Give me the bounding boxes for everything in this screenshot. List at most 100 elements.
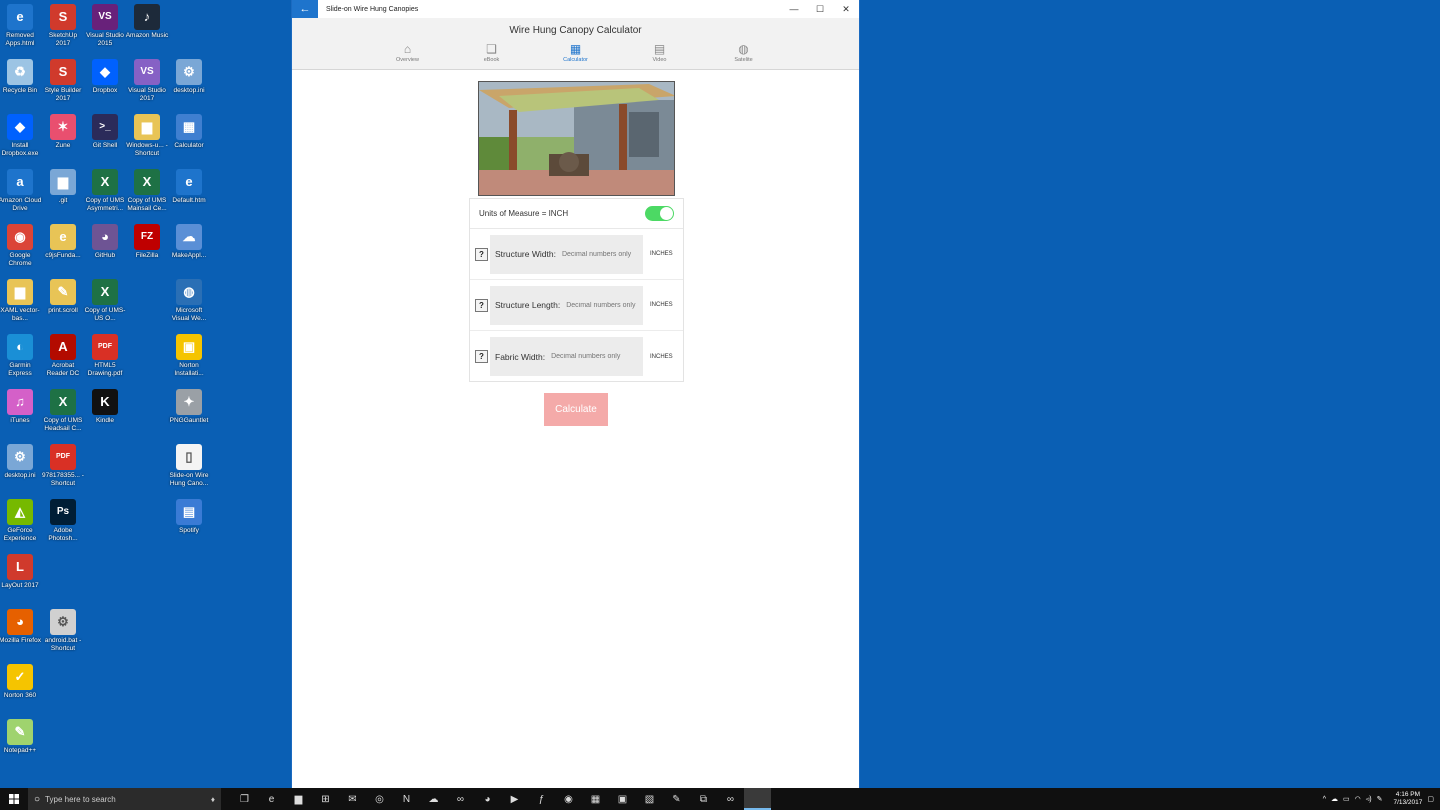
active-app-icon[interactable] [744,788,771,810]
blend-icon[interactable]: ⧉ [690,788,717,810]
back-button[interactable]: ← [292,0,318,18]
desktop-icon[interactable]: PDF HTML5 Drawing.pdf [83,334,127,378]
desktop-icon[interactable]: ◭ GeForce Experience [0,499,42,543]
desktop-icon[interactable]: ⚙ desktop.ini [0,444,42,480]
desktop-icon[interactable]: VS Visual Studio 2017 [125,59,169,103]
task-view-icon[interactable]: ❐ [231,788,258,810]
start-button[interactable] [0,788,28,810]
desktop-icon[interactable]: ◆ Dropbox [83,59,127,95]
help-button[interactable]: ? [475,298,488,312]
store-icon[interactable]: ⊞ [312,788,339,810]
volume-icon[interactable]: ◃) [1366,795,1372,803]
desktop-icon[interactable]: ▆ Windows-u... - Shortcut [125,114,169,158]
desktop-icon[interactable]: ✎ print.scroll [41,279,85,315]
visual-studio-2017-icon[interactable]: ∞ [717,788,744,810]
desktop-icon[interactable]: e c9jsFunda... [41,224,85,260]
onenote-icon[interactable]: N [393,788,420,810]
function-app-icon[interactable]: ƒ [528,788,555,810]
desktop-icon[interactable]: ☁ MakeAppl... [167,224,211,260]
cloud-app-icon[interactable]: ☁ [420,788,447,810]
visual-studio-icon[interactable]: ∞ [447,788,474,810]
calculator-icon[interactable]: ▦ [582,788,609,810]
tab-video[interactable]: ▤ Video [618,42,702,63]
desktop-icon[interactable]: FZ FileZilla [125,224,169,260]
photo-app-icon[interactable]: ▧ [636,788,663,810]
desktop-icon[interactable]: >_ Git Shell [83,114,127,150]
desktop-icon[interactable]: ◕ GitHub [83,224,127,260]
battery-icon[interactable]: ▭ [1343,795,1350,803]
desktop-icon[interactable]: L LayOut 2017 [0,554,42,590]
desktop-icon[interactable]: ⚙ android.bat - Shortcut [41,609,85,653]
desktop-icon[interactable]: A Acrobat Reader DC [41,334,85,378]
desktop-icon[interactable]: ⚙ desktop.ini [167,59,211,95]
tab-ebook[interactable]: ❑ eBook [450,42,534,63]
clock[interactable]: 4:16 PM 7/13/2017 [1393,791,1422,807]
onedrive-icon[interactable]: ☁ [1331,795,1338,803]
numeric-input[interactable] [561,250,642,258]
desktop-icon[interactable]: X Copy of UMS Mainsail Ce... [125,169,169,213]
minimize-button[interactable]: — [781,0,807,18]
desktop-icon-label: Visual Studio 2015 [86,32,124,47]
media-icon[interactable]: ▶ [501,788,528,810]
desktop-icon[interactable]: ◐ Garmin Express [0,334,42,378]
desktop-icon[interactable]: ✶ Zune [41,114,85,150]
desktop-icon[interactable]: ▆ .git [41,169,85,205]
desktop-icon[interactable]: ✓ Norton 360 [0,664,42,700]
tab-satelite[interactable]: ◍ Satelite [702,42,786,63]
desktop-icon[interactable]: ▦ Calculator [167,114,211,150]
numeric-input[interactable] [551,353,632,360]
chevron-up-icon[interactable]: ^ [1323,796,1326,803]
pen-icon[interactable]: ✎ [1377,795,1383,803]
desktop-icon[interactable]: ✦ PNGGauntlet [167,389,211,425]
desktop-icon[interactable]: Ps Adobe Photosh... [41,499,85,543]
desktop-icon[interactable]: ♻ Recycle Bin [0,59,42,95]
desktop-icon[interactable]: a Amazon Cloud Drive [0,169,42,213]
desktop-icon[interactable]: ◆ Install Dropbox.exe [0,114,42,158]
units-toggle[interactable] [645,206,674,221]
desktop-icon[interactable]: ♪ Amazon Music [125,4,169,40]
tab-overview[interactable]: ⌂ Overview [366,42,450,63]
help-button[interactable]: ? [475,247,488,261]
desktop-icon[interactable]: K Kindle [83,389,127,425]
desktop-icon[interactable]: e Removed Apps.html [0,4,42,48]
chrome-icon[interactable]: ◉ [555,788,582,810]
input-box[interactable]: Fabric Width: [490,337,643,376]
desktop-icon[interactable]: PDF 978178355... - Shortcut [41,444,85,488]
notes-app-icon[interactable]: ✎ [663,788,690,810]
numeric-input[interactable] [566,301,643,309]
wifi-icon[interactable]: ◠ [1355,795,1361,803]
tab-calculator[interactable]: ▦ Calculator [534,42,618,63]
desktop-icon[interactable]: ◉ Google Chrome [0,224,42,268]
desktop-icon[interactable]: X Copy of UMS Headsail C... [41,389,85,433]
desktop-icon[interactable]: S SketchUp 2017 [41,4,85,48]
notification-icon[interactable]: ▢ [1427,795,1434,803]
firefox-icon[interactable]: ◕ [474,788,501,810]
input-box[interactable]: Structure Width: [490,234,643,274]
desktop-icon[interactable]: ◍ Microsoft Visual We... [167,279,211,323]
desktop-icon[interactable]: S Style Builder 2017 [41,59,85,103]
spotify-icon: ▤ [176,499,202,525]
desktop-icon[interactable]: ▤ Spotify [167,499,211,535]
close-button[interactable]: ✕ [833,0,859,18]
maximize-button[interactable]: ☐ [807,0,833,18]
desktop-icon[interactable]: ◕ Mozilla Firefox [0,609,42,645]
groove-icon[interactable]: ◎ [366,788,393,810]
desktop-icon[interactable]: X Copy of UMS Asymmetri... [83,169,127,213]
desktop-icon[interactable]: ♫ iTunes [0,389,42,425]
calculate-button[interactable]: Calculate [544,393,608,426]
desktop-icon[interactable]: e Default.htm [167,169,211,205]
terminal-icon[interactable]: ▣ [609,788,636,810]
desktop-icon[interactable]: X Copy of UMS-US O... [83,279,127,323]
taskbar-search[interactable]: ○ Type here to search ♦ [28,788,221,810]
edge-icon[interactable]: e [258,788,285,810]
desktop-icon[interactable]: ▆ XAML vector-bas... [0,279,42,323]
microphone-icon[interactable]: ♦ [211,795,215,804]
input-box[interactable]: Structure Length: [490,285,643,325]
desktop-icon[interactable]: ✎ Notepad++ [0,719,42,755]
mail-icon[interactable]: ✉ [339,788,366,810]
desktop-icon[interactable]: VS Visual Studio 2015 [83,4,127,48]
help-button[interactable]: ? [475,350,488,363]
desktop-icon[interactable]: ▣ Norton Installati... [167,334,211,378]
desktop-icon[interactable]: ▯ Slide-on Wire Hung Cano... [167,444,211,488]
file-explorer-icon[interactable]: ▆ [285,788,312,810]
